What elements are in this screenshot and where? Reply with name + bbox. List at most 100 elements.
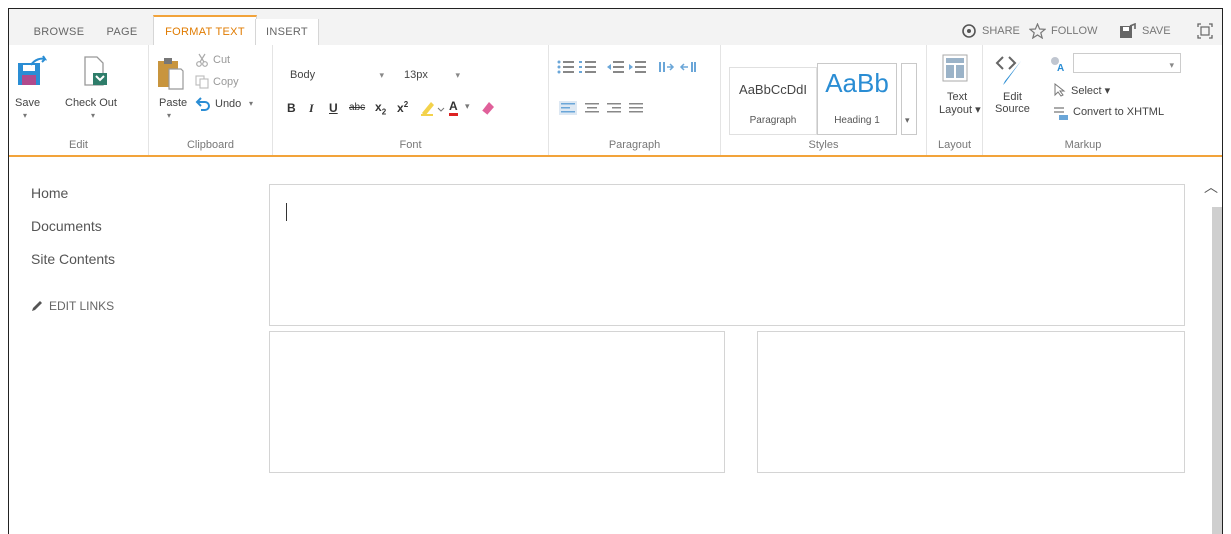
chevron-down-icon: ▾ <box>455 70 460 80</box>
check-out-icon[interactable] <box>79 55 109 89</box>
ribbon-tab-bar: BROWSE PAGE FORMAT TEXT INSERT SHARE FOL… <box>9 9 1222 47</box>
copy-icon <box>195 75 209 89</box>
edit-source-line2[interactable]: Source <box>995 103 1030 115</box>
subscript-label: x <box>375 100 382 114</box>
ribbon-group-layout: Text Layout ▾ Layout <box>927 45 983 155</box>
highlight-color-icon[interactable] <box>419 99 445 117</box>
text-layout-icon[interactable] <box>941 53 969 83</box>
copy-button[interactable]: Copy <box>213 76 239 88</box>
clear-format-icon[interactable] <box>479 99 497 117</box>
group-label-paragraph: Paragraph <box>608 139 661 151</box>
tab-format-text[interactable]: FORMAT TEXT <box>153 15 257 47</box>
nav-item-home[interactable]: Home <box>31 185 68 201</box>
save-icon <box>1120 23 1136 38</box>
superscript-label: x <box>397 101 404 115</box>
svg-text:A: A <box>1057 63 1064 73</box>
cut-button[interactable]: Cut <box>213 54 230 66</box>
numbered-list-icon[interactable] <box>579 59 597 75</box>
group-label-styles: Styles <box>808 139 839 151</box>
bold-button[interactable]: B <box>287 101 296 115</box>
text-layout-line1[interactable]: Text <box>947 91 967 103</box>
save-button[interactable]: Save <box>15 97 40 109</box>
chevron-down-icon: ▾ <box>379 70 384 80</box>
select-button[interactable]: Select ▾ <box>1071 84 1110 97</box>
italic-button[interactable]: I <box>309 101 314 116</box>
ribbon-group-clipboard: Paste ▾ Cut Copy Undo ▾ Clipboard <box>149 45 273 155</box>
font-size-select[interactable]: 13px ▾ <box>397 63 467 85</box>
font-size-value: 13px <box>404 69 428 81</box>
cursor-icon <box>1054 83 1066 97</box>
check-out-dropdown-arrow[interactable]: ▾ <box>91 111 95 120</box>
undo-button[interactable]: Undo <box>215 98 241 110</box>
content-zone-left[interactable] <box>269 331 725 473</box>
bullet-list-icon[interactable] <box>557 59 575 75</box>
font-color-button[interactable]: A <box>449 99 458 116</box>
focus-content-button[interactable] <box>1197 23 1213 39</box>
group-label-font: Font <box>399 139 422 151</box>
tab-browse[interactable]: BROWSE <box>29 19 89 45</box>
scrollbar[interactable] <box>1212 207 1222 534</box>
superscript-button[interactable]: x2 <box>397 100 408 115</box>
follow-label: FOLLOW <box>1051 25 1098 37</box>
subscript-button[interactable]: x2 <box>375 100 386 116</box>
style-paragraph-preview: AaBbCcDdI <box>739 82 807 97</box>
style-heading-1-label: Heading 1 <box>834 115 880 126</box>
rtl-icon[interactable] <box>679 59 697 75</box>
ribbon-group-paragraph: Paragraph <box>549 45 721 155</box>
group-label-layout: Layout <box>937 139 972 151</box>
save-dropdown-arrow[interactable]: ▾ <box>23 111 27 120</box>
check-out-button[interactable]: Check Out <box>65 97 117 109</box>
group-label-markup: Markup <box>1064 139 1102 151</box>
ribbon-group-edit: Save ▾ Check Out ▾ Edit <box>9 45 149 155</box>
text-layout-button[interactable]: Layout ▾ <box>939 103 981 116</box>
scroll-up-icon[interactable]: ︿ <box>1204 177 1218 197</box>
nav-item-documents[interactable]: Documents <box>31 218 102 234</box>
chevron-down-icon: ▾ <box>905 115 910 125</box>
text-layout-line2: Layout <box>939 104 973 116</box>
increase-indent-icon[interactable] <box>629 59 647 75</box>
styles-more-button[interactable]: ▾ <box>901 63 917 135</box>
tab-page[interactable]: PAGE <box>99 19 145 45</box>
style-heading-1[interactable]: AaBb Heading 1 <box>817 63 897 135</box>
share-label: SHARE <box>982 25 1020 37</box>
follow-button[interactable]: FOLLOW <box>1029 23 1097 39</box>
convert-xhtml-button[interactable]: Convert to XHTML <box>1073 106 1164 118</box>
paste-button[interactable]: Paste <box>159 97 187 109</box>
ribbon-group-markup: Edit Source A ▾ Select ▾ Convert to XHTM… <box>983 45 1183 155</box>
pencil-icon <box>32 301 42 311</box>
star-icon <box>1029 23 1046 39</box>
language-icon: A <box>1051 57 1064 73</box>
ltr-icon[interactable] <box>657 59 675 75</box>
save-icon[interactable] <box>15 55 47 87</box>
align-left-icon[interactable] <box>559 101 577 115</box>
font-family-select[interactable]: Body ▾ <box>283 63 391 85</box>
underline-button[interactable]: U <box>329 101 338 115</box>
edit-source-icon[interactable] <box>995 53 1025 87</box>
strikethrough-button[interactable]: abc <box>349 102 365 113</box>
tab-insert[interactable]: INSERT <box>255 19 319 45</box>
justify-icon[interactable] <box>627 101 645 115</box>
decrease-indent-icon[interactable] <box>607 59 625 75</box>
language-select[interactable]: ▾ <box>1073 53 1181 73</box>
paste-icon[interactable] <box>155 55 185 91</box>
cut-icon <box>196 53 208 67</box>
style-paragraph-label: Paragraph <box>749 115 797 126</box>
group-label-edit: Edit <box>69 139 88 151</box>
edit-links-label: EDIT LINKS <box>49 299 115 313</box>
edit-links-button[interactable]: EDIT LINKS <box>31 299 114 313</box>
content-zone-right[interactable] <box>757 331 1185 473</box>
font-color-dropdown-arrow[interactable]: ▾ <box>465 101 470 112</box>
undo-dropdown-arrow[interactable]: ▾ <box>249 99 253 108</box>
share-button[interactable]: SHARE <box>961 23 1020 39</box>
paste-dropdown-arrow[interactable]: ▾ <box>167 111 171 120</box>
nav-item-site-contents[interactable]: Site Contents <box>31 251 115 267</box>
share-icon <box>962 24 976 38</box>
align-right-icon[interactable] <box>605 101 623 115</box>
chevron-down-icon: ▾ <box>1169 60 1174 70</box>
content-zone-top[interactable] <box>269 184 1185 326</box>
edit-source-line1[interactable]: Edit <box>1003 91 1022 103</box>
ribbon-group-styles: AaBbCcDdI Paragraph AaBb Heading 1 ▾ Sty… <box>721 45 927 155</box>
save-page-button[interactable]: SAVE <box>1119 23 1171 39</box>
style-paragraph[interactable]: AaBbCcDdI Paragraph <box>729 67 817 135</box>
align-center-icon[interactable] <box>583 101 601 115</box>
